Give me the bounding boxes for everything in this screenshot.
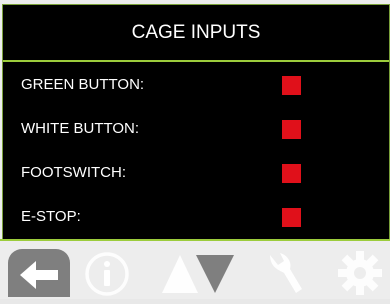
input-row-footswitch: FOOTSWITCH: — [3, 151, 389, 195]
display-screen: CAGE INPUTS GREEN BUTTON: WHITE BUTTON: … — [2, 4, 390, 240]
input-row-e-stop: E-STOP: — [3, 195, 389, 239]
input-row-green-button: GREEN BUTTON: — [3, 63, 389, 107]
input-label: E-STOP: — [21, 208, 81, 225]
settings-tool-button[interactable] — [262, 249, 306, 297]
gear-button[interactable] — [334, 247, 386, 299]
input-label: WHITE BUTTON: — [21, 120, 140, 137]
up-down-button[interactable] — [158, 247, 236, 297]
status-indicator — [282, 208, 301, 227]
back-button[interactable] — [8, 249, 70, 297]
status-indicator — [282, 76, 301, 95]
info-button[interactable] — [82, 249, 132, 297]
hmi-panel: CAGE INPUTS GREEN BUTTON: WHITE BUTTON: … — [0, 0, 390, 299]
back-arrow-icon — [20, 261, 58, 289]
wrench-icon — [270, 253, 302, 293]
navigation-bar — [0, 239, 390, 299]
up-down-icon — [162, 255, 234, 293]
input-label: GREEN BUTTON: — [21, 76, 145, 93]
input-row-white-button: WHITE BUTTON: — [3, 107, 389, 151]
gear-icon — [338, 251, 382, 295]
status-indicator — [282, 120, 301, 139]
info-icon — [85, 252, 129, 296]
status-indicator — [282, 164, 301, 183]
page-title: CAGE INPUTS — [3, 5, 389, 62]
input-label: FOOTSWITCH: — [21, 164, 126, 181]
